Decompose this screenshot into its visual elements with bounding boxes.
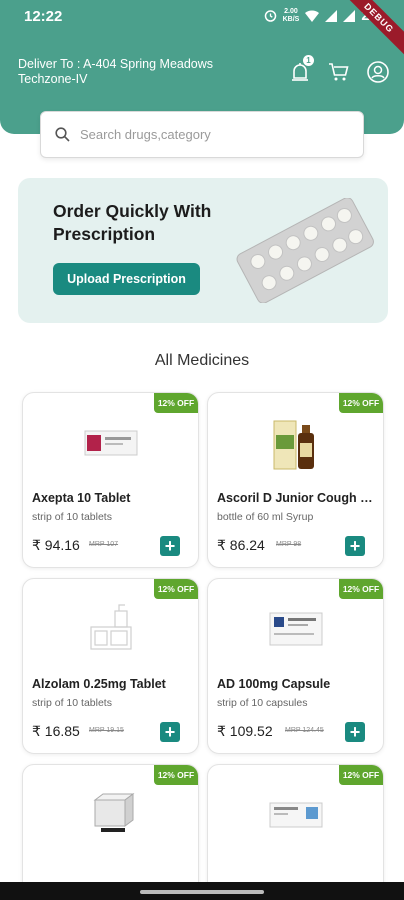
product-card[interactable]: 12% OFF Alzolam 0.25mg Tablet strip of 1… — [22, 578, 199, 754]
search-icon — [55, 127, 70, 142]
product-card[interactable]: 12% OFF Axepta 10 Tablet strip of 10 tab… — [22, 392, 199, 568]
discount-badge: 12% OFF — [339, 579, 383, 599]
discount-badge: 12% OFF — [154, 765, 198, 785]
home-indicator[interactable] — [140, 890, 264, 894]
product-price: ₹ 94.16 — [32, 537, 80, 553]
prescription-banner: Order Quickly With Prescription Upload P… — [18, 178, 388, 323]
product-image — [251, 783, 341, 847]
search-input[interactable] — [80, 127, 340, 142]
product-card[interactable]: 12% OFF AD 100mg Capsule strip of 10 cap… — [207, 578, 384, 754]
network-speed: 2.00 KB/S — [282, 7, 300, 23]
product-pack: strip of 10 capsules — [217, 697, 308, 709]
product-mrp: MRP 107 — [89, 541, 119, 548]
product-card[interactable]: 12% OFF — [22, 764, 199, 894]
status-bar: 12:22 2.00KB/S 22 DEBUG — [0, 0, 404, 63]
delivery-address[interactable]: Deliver To : A-404 Spring Meadows Techzo… — [18, 57, 248, 87]
discount-badge: 12% OFF — [154, 579, 198, 599]
alarm-icon — [264, 10, 276, 22]
pill-blister-image — [236, 198, 374, 303]
product-pack: bottle of 60 ml Syrup — [217, 511, 314, 523]
product-name: AD 100mg Capsule — [217, 677, 331, 691]
add-to-cart-button[interactable]: + — [160, 536, 180, 556]
signal-icon — [325, 9, 338, 22]
product-card[interactable]: 12% OFF Ascoril D Junior Cough Syrup bot… — [207, 392, 384, 568]
signal-icon-2 — [343, 9, 356, 22]
product-pack: strip of 10 tablets — [32, 511, 112, 523]
product-mrp: MRP 124.45 — [285, 727, 324, 734]
search-bar[interactable] — [40, 111, 364, 158]
product-image-placeholder — [66, 597, 156, 661]
product-price: ₹ 109.52 — [217, 723, 273, 739]
header-actions: 1 — [288, 55, 390, 84]
add-to-cart-button[interactable]: + — [345, 722, 365, 742]
product-price: ₹ 16.85 — [32, 723, 80, 739]
product-pack: strip of 10 tablets — [32, 697, 112, 709]
product-image — [66, 783, 156, 847]
product-image — [251, 411, 341, 475]
product-image — [251, 597, 341, 661]
product-card[interactable]: 12% OFF — [207, 764, 384, 894]
discount-badge: 12% OFF — [154, 393, 198, 413]
product-mrp: MRP 98 — [276, 541, 302, 548]
upload-prescription-button[interactable]: Upload Prescription — [53, 263, 200, 295]
product-mrp: MRP 19.15 — [89, 727, 124, 734]
status-time: 12:22 — [24, 8, 63, 25]
banner-title: Order Quickly With Prescription — [53, 201, 212, 244]
cart-icon[interactable] — [327, 60, 351, 84]
product-name: Ascoril D Junior Cough Syrup — [217, 491, 377, 505]
product-price: ₹ 86.24 — [217, 537, 265, 553]
product-name: Axepta 10 Tablet — [32, 491, 131, 505]
notification-bell-icon[interactable]: 1 — [288, 55, 314, 84]
wifi-icon — [305, 9, 320, 22]
add-to-cart-button[interactable]: + — [345, 536, 365, 556]
notification-badge: 1 — [303, 55, 314, 66]
add-to-cart-button[interactable]: + — [160, 722, 180, 742]
discount-badge: 12% OFF — [339, 765, 383, 785]
deliver-label: Deliver To : — [18, 57, 81, 71]
product-image — [66, 411, 156, 475]
profile-icon[interactable] — [366, 60, 390, 84]
product-name: Alzolam 0.25mg Tablet — [32, 677, 166, 691]
section-title: All Medicines — [154, 352, 250, 369]
discount-badge: 12% OFF — [339, 393, 383, 413]
